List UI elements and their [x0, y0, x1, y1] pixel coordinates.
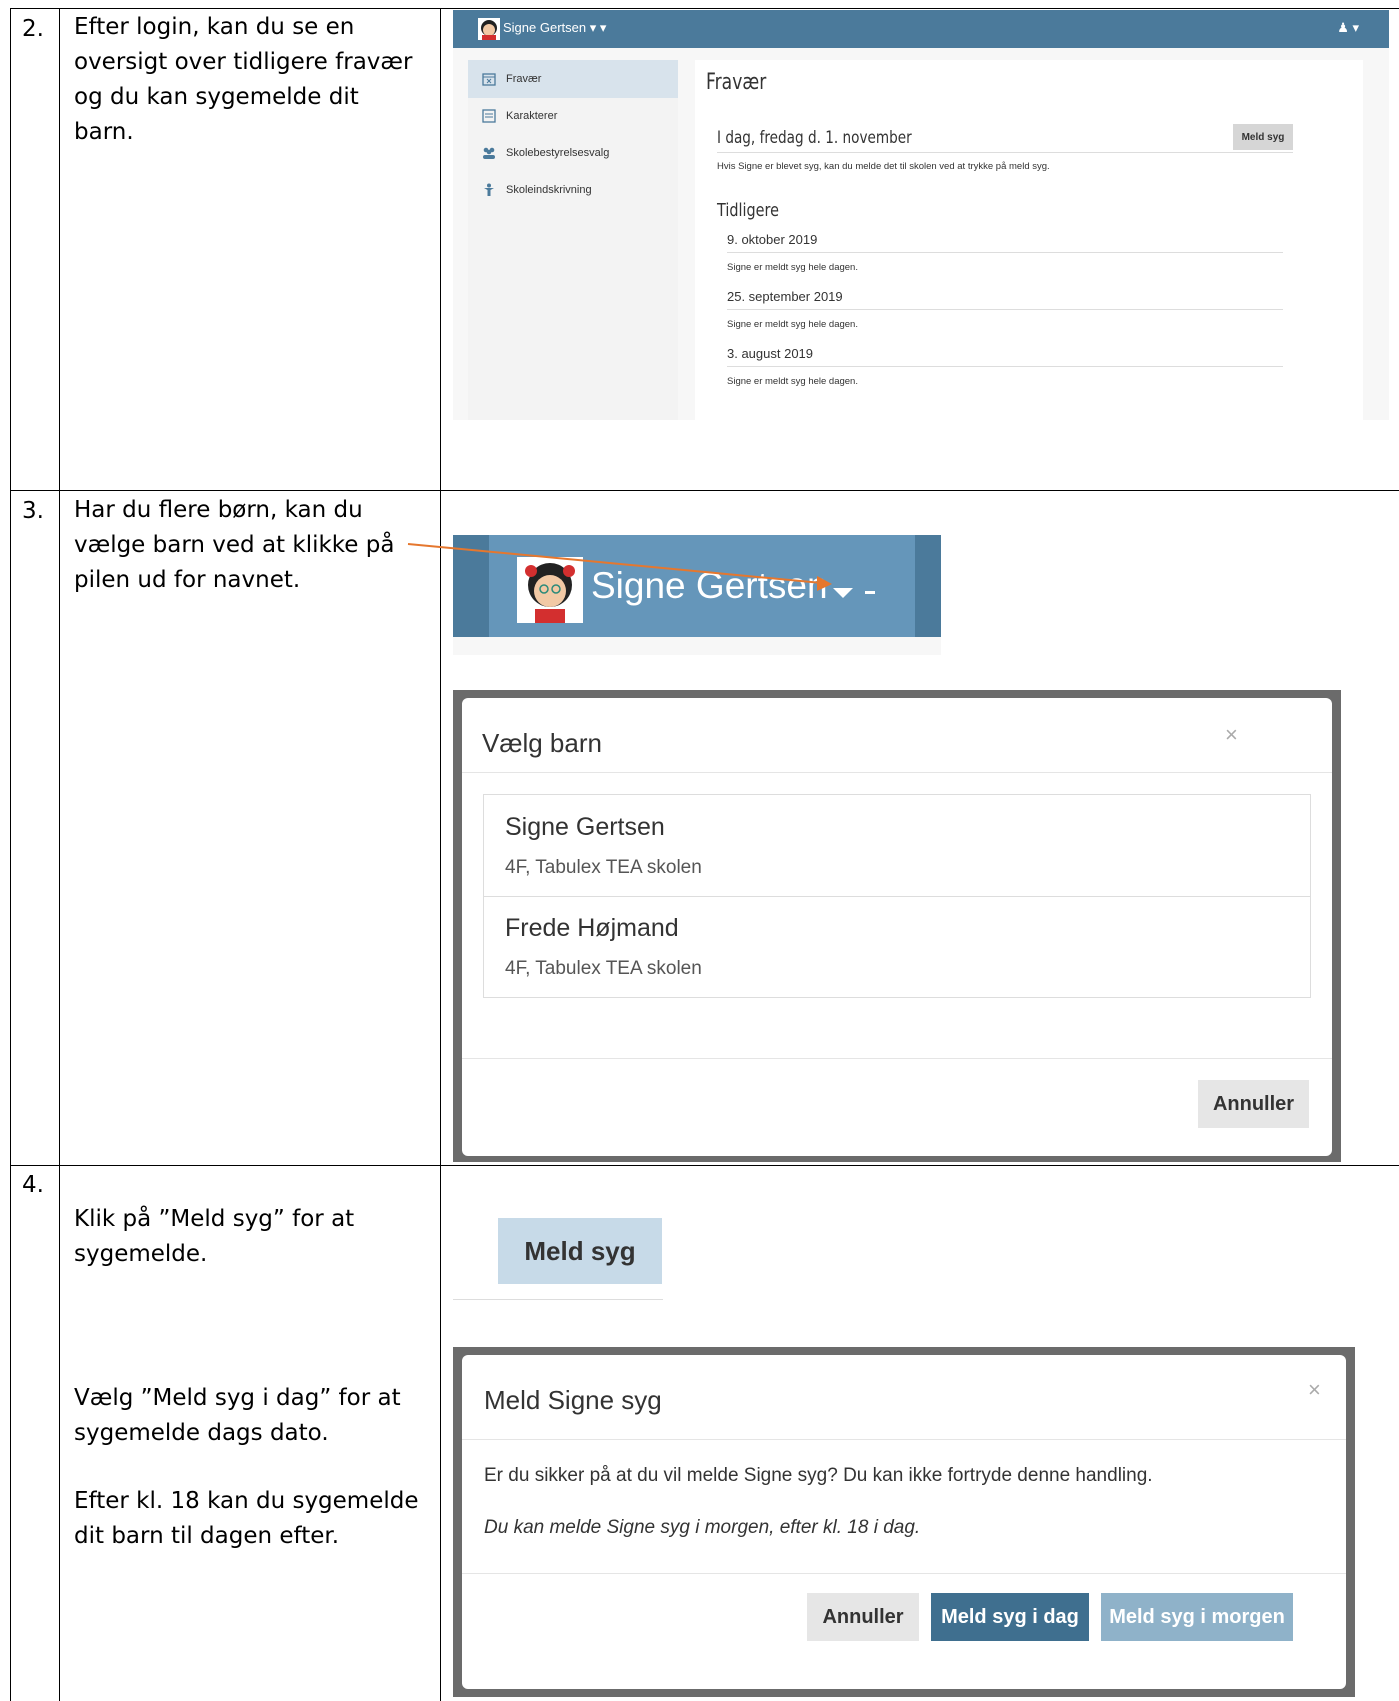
- table-border-top: [10, 8, 1399, 9]
- divider: [453, 1299, 663, 1300]
- divider: [462, 1439, 1346, 1440]
- absence-note: Signe er meldt syg hele dagen.: [727, 376, 858, 387]
- chevron-down-icon[interactable]: [831, 585, 881, 601]
- sidebar-item-label: Skolebestyrelsesvalg: [506, 147, 610, 159]
- grades-icon: [482, 109, 496, 123]
- sidebar-item-label: Skoleindskrivning: [506, 184, 592, 196]
- name-bar-zoom: Signe Gertsen: [453, 535, 941, 655]
- tomorrow-hint: Du kan melde Signe syg i morgen, efter k…: [484, 1517, 921, 1538]
- close-icon[interactable]: ×: [1308, 1377, 1321, 1403]
- report-sick-modal: Meld Signe syg × Er du sikker på at du v…: [462, 1355, 1346, 1689]
- divider: [717, 152, 1293, 153]
- modal-title: Vælg barn: [482, 728, 602, 758]
- list-item[interactable]: Frede Højmand 4F, Tabulex TEA skolen: [484, 896, 1310, 997]
- step-number: 4.: [22, 1172, 44, 1198]
- divider: [727, 252, 1283, 253]
- report-sick-today-button[interactable]: Meld syg i dag: [931, 1593, 1089, 1641]
- column-divider: [59, 8, 60, 1701]
- step-instruction: Vælg ”Meld syg i dag” for at sygemelde d…: [74, 1385, 401, 1446]
- choose-child-modal-screenshot: Vælg barn × Signe Gertsen 4F, Tabulex TE…: [453, 690, 1341, 1162]
- close-icon[interactable]: ×: [1225, 722, 1238, 748]
- divider: [462, 772, 1332, 773]
- absence-date: 9. oktober 2019: [727, 232, 818, 247]
- today-note: Hvis Signe er blevet syg, kan du melde d…: [717, 161, 1050, 172]
- child-figure-icon: [484, 183, 494, 196]
- earlier-heading: Tidligere: [717, 200, 779, 221]
- step-instruction: Efter kl. 18 kan du sygemelde dit barn t…: [74, 1488, 419, 1549]
- absence-page-screenshot: Signe Gertsen ▾ ▾ ♟ ▾ Fravær Karakterer …: [453, 10, 1389, 420]
- divider: [462, 1573, 1346, 1574]
- cancel-button[interactable]: Annuller: [807, 1593, 919, 1641]
- confirm-text: Er du sikker på at du vil melde Signe sy…: [484, 1465, 1153, 1486]
- sidebar-item-skoleindskrivning[interactable]: Skoleindskrivning: [468, 171, 678, 209]
- child-name-dropdown[interactable]: Signe Gertsen ▾ ▾: [503, 20, 606, 36]
- sidebar-item-skolebestyrelsesvalg[interactable]: Skolebestyrelsesvalg: [468, 134, 678, 172]
- divider: [462, 1058, 1332, 1059]
- absence-panel: Fravær I dag, fredag d. 1. november Meld…: [695, 60, 1363, 420]
- sidebar-item-label: Fravær: [506, 73, 542, 85]
- child-avatar-icon[interactable]: [478, 18, 500, 40]
- table-border-left: [10, 8, 11, 1701]
- step-instruction: Klik på ”Meld syg” for at sygemelde.: [74, 1206, 355, 1267]
- report-sick-tomorrow-button[interactable]: Meld syg i morgen: [1101, 1593, 1293, 1641]
- report-sick-modal-screenshot: Meld Signe syg × Er du sikker på at du v…: [453, 1347, 1355, 1697]
- child-list: Signe Gertsen 4F, Tabulex TEA skolen Fre…: [483, 794, 1311, 998]
- divider: [727, 366, 1283, 367]
- user-menu-caret[interactable]: ▾: [1352, 20, 1359, 35]
- meld-syg-button[interactable]: Meld syg: [1233, 124, 1293, 150]
- user-menu-icon[interactable]: ♟ ▾: [1337, 20, 1359, 36]
- column-divider: [440, 8, 441, 1701]
- meld-syg-button[interactable]: Meld syg: [498, 1218, 662, 1284]
- child-avatar-icon[interactable]: [517, 557, 583, 623]
- step-number: 2.: [22, 16, 44, 42]
- modal-title: Meld Signe syg: [484, 1385, 662, 1415]
- step-instruction: Efter login, kan du se en oversigt over …: [74, 14, 413, 145]
- users-icon: [483, 147, 495, 159]
- step-number: 3.: [22, 498, 44, 524]
- sidebar-item-fravaer[interactable]: Fravær: [468, 60, 678, 98]
- row-divider: [10, 490, 1399, 491]
- choose-child-modal: Vælg barn × Signe Gertsen 4F, Tabulex TE…: [462, 698, 1332, 1156]
- top-navbar: Signe Gertsen: [453, 535, 941, 637]
- absence-note: Signe er meldt syg hele dagen.: [727, 319, 858, 330]
- child-name: Signe Gertsen: [505, 813, 665, 841]
- sidebar-item-karakterer[interactable]: Karakterer: [468, 97, 678, 135]
- page-title: Fravær: [706, 70, 767, 95]
- absence-note: Signe er meldt syg hele dagen.: [727, 262, 858, 273]
- sidebar: Fravær Karakterer Skolebestyrelsesvalg S…: [468, 60, 678, 420]
- sidebar-item-label: Karakterer: [506, 110, 558, 122]
- absence-date: 25. september 2019: [727, 289, 843, 304]
- calendar-icon: [482, 73, 496, 86]
- list-item[interactable]: Signe Gertsen 4F, Tabulex TEA skolen: [484, 795, 1310, 897]
- step-instruction: Har du flere børn, kan du vælge barn ved…: [74, 497, 395, 593]
- child-school: 4F, Tabulex TEA skolen: [505, 857, 702, 878]
- absence-date: 3. august 2019: [727, 346, 814, 361]
- row-divider: [10, 1165, 1399, 1166]
- child-school: 4F, Tabulex TEA skolen: [505, 958, 702, 979]
- child-name-dropdown[interactable]: Signe Gertsen: [591, 565, 828, 607]
- meld-syg-zoom: Meld syg: [453, 1208, 663, 1304]
- child-name: Frede Højmand: [505, 914, 679, 942]
- divider: [727, 309, 1283, 310]
- today-heading: I dag, fredag d. 1. november: [717, 128, 912, 148]
- top-navbar: Signe Gertsen ▾ ▾ ♟ ▾: [453, 10, 1389, 48]
- cancel-button[interactable]: Annuller: [1198, 1080, 1309, 1128]
